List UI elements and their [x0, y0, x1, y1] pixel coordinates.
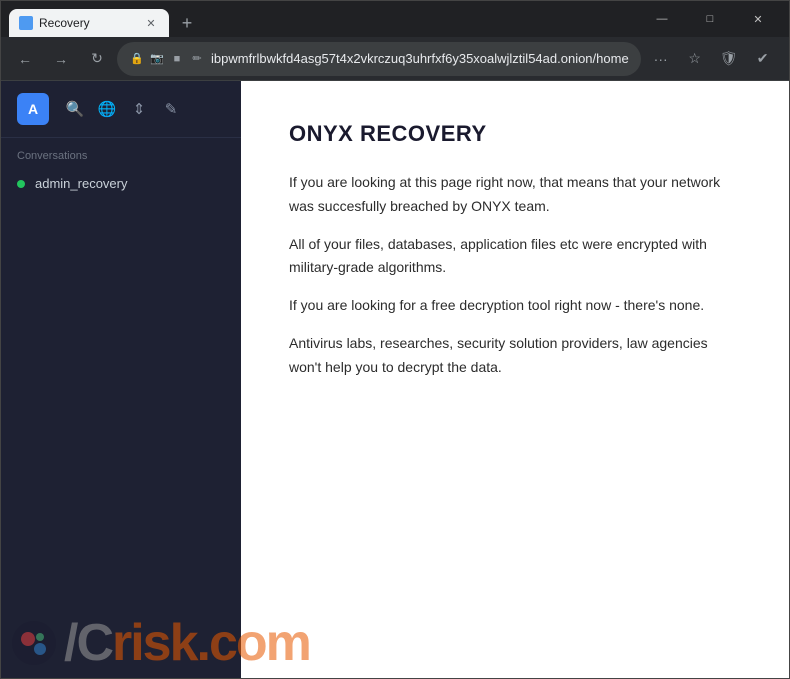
conversations-label: Conversations	[1, 138, 241, 168]
paragraph-1: If you are looking at this page right no…	[289, 171, 741, 219]
web-page-content: ONYX RECOVERY If you are looking at this…	[241, 81, 789, 678]
sort-icon[interactable]: ⇕	[129, 99, 149, 119]
tab-area: Recovery ✕ +	[9, 1, 639, 37]
more-options-button[interactable]: ···	[645, 43, 677, 75]
sidebar-header: A 🔍 🌐 ⇕ ✎	[1, 81, 241, 138]
title-bar: Recovery ✕ + — □ ✕	[1, 1, 789, 37]
back-button[interactable]: ←	[9, 43, 41, 75]
camera-icon: 📷	[149, 51, 165, 67]
main-content: A 🔍 🌐 ⇕ ✎ Conversations admin_recovery O…	[1, 81, 789, 678]
paragraph-3: If you are looking for a free decryption…	[289, 294, 741, 318]
paragraph-4: Antivirus labs, researches, security sol…	[289, 332, 741, 380]
active-tab[interactable]: Recovery ✕	[9, 9, 169, 37]
page-body: If you are looking at this page right no…	[289, 171, 741, 380]
globe-icon[interactable]: 🌐	[97, 99, 117, 119]
conversation-item[interactable]: admin_recovery	[1, 168, 241, 199]
maximize-button[interactable]: □	[687, 3, 733, 35]
navigation-bar: ← → ↻ 🔒 📷 ■ ✏ ibpwmfrlbwkfd4asg57t4x2vkr…	[1, 37, 789, 81]
sidebar-toolbar-icons: 🔍 🌐 ⇕ ✎	[65, 99, 181, 119]
page-title: ONYX RECOVERY	[289, 121, 741, 147]
minimize-button[interactable]: —	[639, 3, 685, 35]
tab-favicon	[19, 16, 33, 30]
bookmark-button[interactable]: ☆	[679, 43, 711, 75]
close-button[interactable]: ✕	[735, 3, 781, 35]
avatar-button[interactable]: A	[17, 93, 49, 125]
verify-button[interactable]: ✔	[747, 43, 779, 75]
new-tab-button[interactable]: +	[173, 9, 201, 37]
shield-button[interactable]: 🛡	[713, 43, 745, 75]
search-icon[interactable]: 🔍	[65, 99, 85, 119]
conversation-name: admin_recovery	[35, 176, 128, 191]
window-controls: — □ ✕	[639, 3, 781, 35]
sidebar: A 🔍 🌐 ⇕ ✎ Conversations admin_recovery	[1, 81, 241, 678]
browser-window: Recovery ✕ + — □ ✕ ← → ↻ 🔒 📷 ■ ✏ ibpwmfr…	[0, 0, 790, 679]
forward-button[interactable]: →	[45, 43, 77, 75]
lock-icon: 🔒	[129, 51, 145, 67]
online-status-dot	[17, 180, 25, 188]
address-bar[interactable]: 🔒 📷 ■ ✏ ibpwmfrlbwkfd4asg57t4x2vkrczuq3u…	[117, 42, 641, 76]
tab-close-button[interactable]: ✕	[143, 15, 159, 31]
refresh-button[interactable]: ↻	[81, 43, 113, 75]
tab-title: Recovery	[39, 16, 137, 30]
nav-action-buttons: ··· ☆ 🛡 ✔ ≡	[645, 43, 790, 75]
compose-icon[interactable]: ✎	[161, 99, 181, 119]
address-security-icons: 🔒 📷 ■ ✏	[129, 51, 205, 67]
shield-icon-small: ■	[169, 51, 185, 67]
address-text[interactable]: ibpwmfrlbwkfd4asg57t4x2vkrczuq3uhrfxf6y3…	[211, 51, 629, 66]
edit-icon: ✏	[189, 51, 205, 67]
menu-button[interactable]: ≡	[781, 43, 790, 75]
paragraph-2: All of your files, databases, applicatio…	[289, 233, 741, 281]
